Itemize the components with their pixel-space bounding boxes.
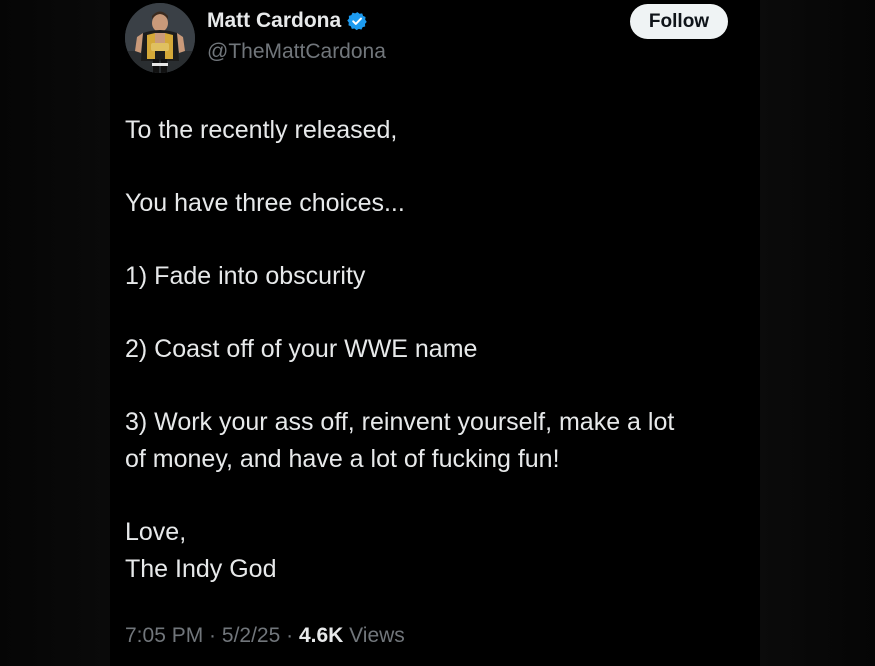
avatar-image — [125, 3, 195, 73]
author-handle[interactable]: @TheMattCardona — [207, 40, 386, 64]
tweet-line: 1) Fade into obscurity — [125, 262, 366, 290]
author-display-name[interactable]: Matt Cardona — [207, 9, 341, 33]
tweet-line: Love, — [125, 518, 187, 546]
tweet-date[interactable]: 5/2/25 — [222, 624, 280, 647]
tweet-line: The Indy God — [125, 555, 277, 583]
tweet-text: To the recently released, You have three… — [125, 112, 745, 588]
tweet-meta: 7:05 PM · 5/2/25 · 4.6K Views — [125, 624, 405, 648]
tweet-line: 2) Coast off of your WWE name — [125, 335, 478, 363]
views-count[interactable]: 4.6K — [299, 624, 343, 647]
views-label: Views — [349, 624, 405, 647]
meta-separator: · — [203, 624, 222, 647]
author-name-row: Matt Cardona — [207, 9, 367, 33]
follow-button[interactable]: Follow — [630, 4, 728, 39]
avatar[interactable] — [125, 3, 195, 73]
tweet-time[interactable]: 7:05 PM — [125, 624, 203, 647]
tweet-line: 3) Work your ass off, reinvent yourself,… — [125, 408, 675, 436]
tweet-line: You have three choices... — [125, 189, 405, 217]
tweet-line: To the recently released, — [125, 116, 398, 144]
meta-separator: · — [280, 624, 299, 647]
verified-badge-icon — [347, 12, 367, 31]
tweet-line: of money, and have a lot of fucking fun! — [125, 445, 560, 473]
